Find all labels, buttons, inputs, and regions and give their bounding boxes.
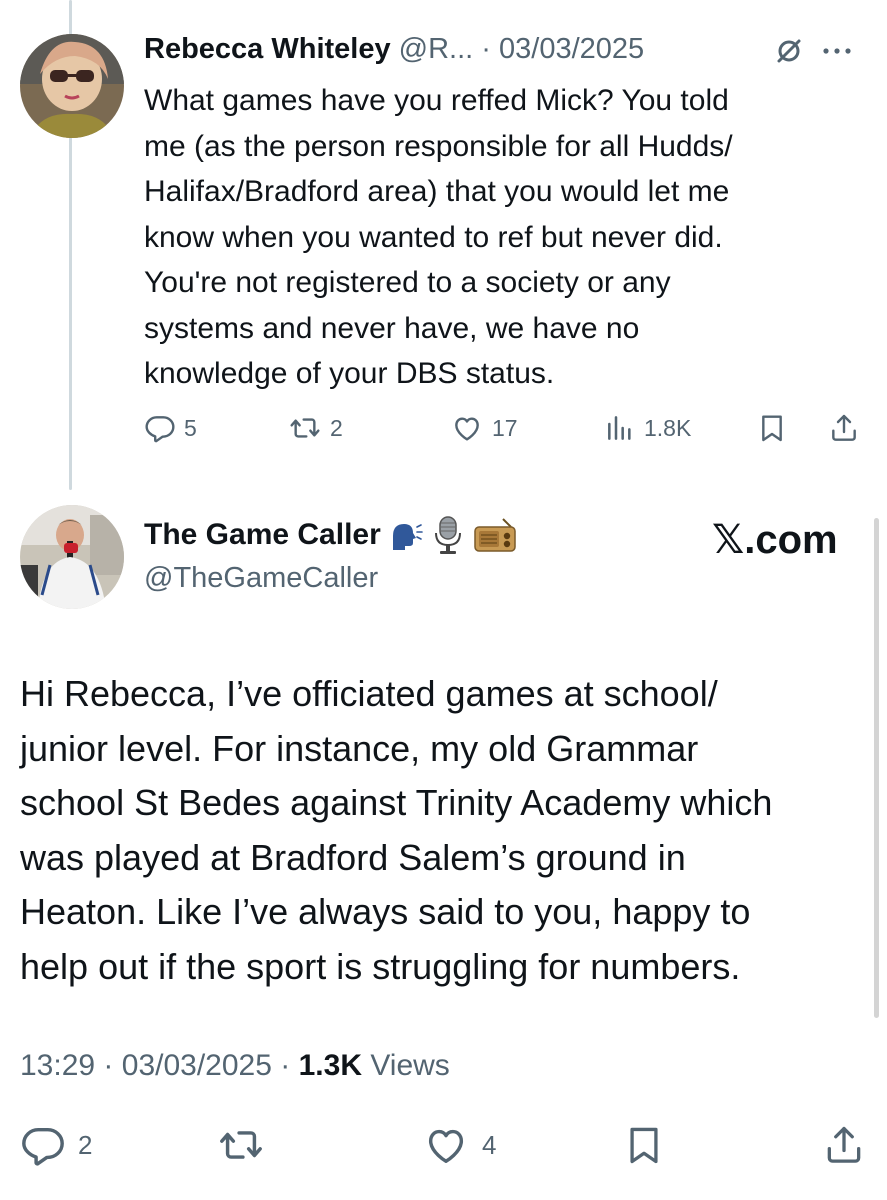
- main-like-button[interactable]: 4: [422, 1120, 496, 1170]
- main-views-label: Views: [370, 1049, 450, 1082]
- main-views-count: 1.3K: [298, 1049, 362, 1082]
- reply-icon: [144, 412, 176, 444]
- repost-icon: [288, 412, 322, 444]
- main-author-name[interactable]: The Game Caller: [144, 518, 381, 552]
- reply-share-button[interactable]: [828, 408, 860, 448]
- reply-reply-count: 5: [184, 414, 197, 441]
- main-bookmark-button[interactable]: [622, 1120, 666, 1170]
- main-time[interactable]: 13:29: [20, 1049, 95, 1082]
- reply-text: What games have you reffed Mick? You tol…: [144, 84, 733, 390]
- main-author-row: The Game Caller: [144, 512, 517, 558]
- radio-emoji: [473, 517, 517, 553]
- reply-date[interactable]: 03/03/2025: [499, 33, 644, 65]
- reply-bookmark-button[interactable]: [756, 408, 788, 448]
- like-icon: [450, 412, 484, 444]
- main-tweet-meta: 13:29 · 03/03/2025 · 1.3K Views: [20, 1044, 450, 1088]
- views-icon: [604, 412, 636, 444]
- speaking-head-emoji: [389, 518, 423, 552]
- scrollbar[interactable]: [874, 518, 879, 1018]
- main-like-count: 4: [482, 1129, 497, 1160]
- main-reply-count: 2: [78, 1129, 93, 1160]
- main-meta-separator-1: ·: [103, 1049, 114, 1082]
- main-action-bar: 2 4: [0, 1120, 887, 1170]
- reply-like-count: 17: [492, 414, 518, 441]
- more-icon[interactable]: [820, 34, 854, 64]
- reply-repost-button[interactable]: 2: [288, 408, 343, 448]
- reply-reply-button[interactable]: 5: [144, 408, 197, 448]
- main-author-handle[interactable]: @TheGameCaller: [144, 558, 378, 598]
- avatar-rebecca[interactable]: [20, 34, 124, 138]
- main-tweet-text: Hi Rebecca, I’ve officiated games at sch…: [20, 673, 773, 987]
- reply-separator: ·: [481, 33, 491, 65]
- bookmark-icon: [622, 1120, 666, 1170]
- like-icon: [422, 1122, 470, 1168]
- share-icon: [822, 1120, 866, 1170]
- x-com-watermark: 𝕏.com: [712, 518, 838, 562]
- reply-views-count: 1.8K: [644, 414, 692, 441]
- reply-author-handle[interactable]: @R...: [399, 33, 474, 65]
- main-reply-button[interactable]: 2: [20, 1120, 92, 1170]
- reply-views-button[interactable]: 1.8K: [604, 408, 691, 448]
- reply-repost-count: 2: [330, 414, 343, 441]
- repost-icon: [216, 1122, 266, 1168]
- bookmark-icon: [756, 411, 788, 445]
- main-meta-separator-2: ·: [280, 1049, 291, 1082]
- reply-like-button[interactable]: 17: [450, 408, 518, 448]
- microphone-emoji: [431, 515, 465, 555]
- reply-icon: [20, 1122, 66, 1168]
- share-icon: [828, 411, 860, 445]
- reply-header: Rebecca Whiteley @R... · 03/03/2025: [144, 26, 864, 72]
- main-share-button[interactable]: [822, 1120, 866, 1170]
- reply-author-name[interactable]: Rebecca Whiteley: [144, 33, 391, 65]
- main-repost-button[interactable]: [216, 1120, 266, 1170]
- grok-icon[interactable]: [774, 34, 804, 64]
- avatar-the-game-caller[interactable]: [20, 505, 124, 609]
- main-date[interactable]: 03/03/2025: [122, 1049, 272, 1082]
- reply-action-bar: 5 2 17 1.8K: [0, 408, 887, 448]
